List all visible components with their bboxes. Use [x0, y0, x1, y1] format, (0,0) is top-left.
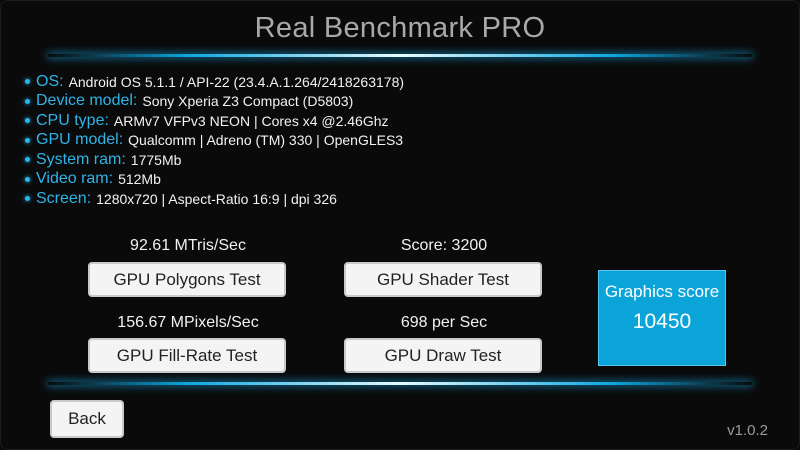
shader-result: Score: 3200 — [400, 237, 488, 254]
graphics-score-label: Graphics score — [604, 282, 720, 301]
info-value: ARMv7 VFPv3 NEON | Cores x4 @2.46Ghz — [113, 112, 389, 129]
device-info-list: OS: Android OS 5.1.1 / API-22 (23.4.A.1.… — [25, 72, 404, 209]
app-title: Real Benchmark PRO — [254, 12, 546, 44]
info-value: 1775Mb — [130, 151, 182, 168]
graphics-score-panel: Graphics score 10450 — [598, 270, 726, 366]
info-row-system-ram: System ram: 1775Mb — [25, 150, 404, 170]
bullet-dot-icon — [25, 157, 30, 163]
gpu-polygons-test-button[interactable]: GPU Polygons Test — [88, 262, 286, 297]
info-label: CPU type: — [36, 111, 109, 129]
info-value: 1280x720 | Aspect-Ratio 16:9 | dpi 326 — [96, 190, 337, 207]
gpu-draw-test-button[interactable]: GPU Draw Test — [344, 338, 542, 373]
graphics-score-value: 10450 — [632, 310, 692, 333]
info-label: Video ram: — [36, 170, 114, 188]
version-label: v1.0.2 — [727, 422, 768, 439]
info-row-os: OS: Android OS 5.1.1 / API-22 (23.4.A.1.… — [25, 72, 404, 92]
info-label: OS: — [36, 72, 64, 90]
draw-result: 698 per Sec — [400, 314, 488, 331]
bullet-dot-icon — [25, 176, 30, 182]
info-label: GPU model: — [36, 131, 124, 149]
info-row-screen: Screen: 1280x720 | Aspect-Ratio 16:9 | d… — [25, 189, 404, 209]
info-label: Device model: — [36, 92, 138, 110]
bullet-dot-icon — [25, 79, 30, 85]
bullet-dot-icon — [25, 196, 30, 202]
header-divider — [48, 54, 752, 57]
info-row-cpu-type: CPU type: ARMv7 VFPv3 NEON | Cores x4 @2… — [25, 111, 404, 131]
footer-divider — [48, 382, 752, 385]
info-label: Screen: — [36, 189, 92, 207]
info-value: 512Mb — [118, 171, 161, 188]
bullet-dot-icon — [25, 137, 30, 143]
info-label: System ram: — [36, 150, 126, 168]
info-value: Sony Xperia Z3 Compact (D5803) — [142, 93, 354, 110]
bullet-dot-icon — [25, 98, 30, 104]
info-value: Qualcomm | Adreno (TM) 330 | OpenGLES3 — [128, 132, 404, 149]
fillrate-result: 156.67 MPixels/Sec — [117, 314, 259, 331]
gpu-fill-rate-test-button[interactable]: GPU Fill-Rate Test — [88, 338, 286, 373]
info-row-gpu-model: GPU model: Qualcomm | Adreno (TM) 330 | … — [25, 131, 404, 151]
gpu-shader-test-button[interactable]: GPU Shader Test — [344, 262, 542, 297]
back-button[interactable]: Back — [50, 400, 124, 438]
info-row-video-ram: Video ram: 512Mb — [25, 170, 404, 190]
bullet-dot-icon — [25, 118, 30, 124]
info-row-device-model: Device model: Sony Xperia Z3 Compact (D5… — [25, 92, 404, 112]
polygons-result: 92.61 MTris/Sec — [130, 237, 246, 254]
info-value: Android OS 5.1.1 / API-22 (23.4.A.1.264/… — [68, 73, 405, 90]
